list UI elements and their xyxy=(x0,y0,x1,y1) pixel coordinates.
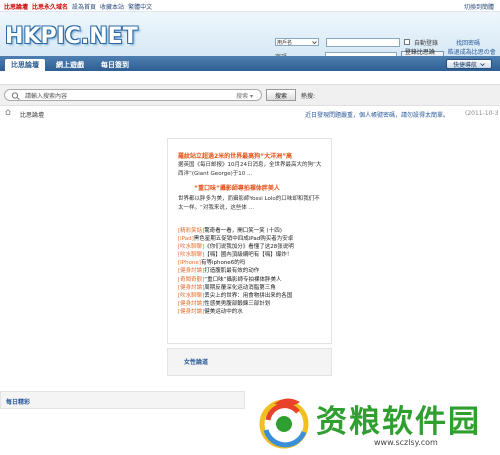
search-icon xyxy=(11,92,20,100)
list-item-tag[interactable]: [健身討論] xyxy=(178,309,204,315)
featured-panel: 羅紋站立超過2米的世界最高狗“大洋洲”高 据英国《每日邮报》10月24日消息，全… xyxy=(167,138,332,344)
tab-forum[interactable]: 比思論壇 xyxy=(5,59,45,71)
women-section-title[interactable]: 女性論道 xyxy=(184,357,208,366)
list-item[interactable]: [吹水聊聊]丢尖上的世界：用食物拼出来的各国 xyxy=(178,292,328,300)
auto-login-checkbox[interactable] xyxy=(404,39,410,45)
top-links: 比思論壇 比思永久域名 設為首頁 收藏本站 繁體中文 xyxy=(4,2,152,11)
list-item[interactable]: [吹水聊聊]《你们说我加分》看懂了这28张说明 xyxy=(178,243,328,251)
chevron-down-icon xyxy=(480,62,485,66)
thread-list: [精彩笑話]驚奇看一看，開口笑一笑 (十四) [iPad]黑色星期五促销中四成i… xyxy=(178,227,328,316)
search-scope-select[interactable]: 搜索 ▾ xyxy=(236,91,253,100)
username-input[interactable] xyxy=(326,37,400,47)
list-item[interactable]: [健身討論]健美运动中的水 xyxy=(178,308,328,316)
list-item-title[interactable]: 周期反覆深化运动消脂第三角 xyxy=(204,285,276,291)
list-item[interactable]: [iPad]黑色星期五促销中四成iPad购买者为安卓 xyxy=(178,235,328,243)
main-nav: 比思論壇 網上遊戲 每日簽到 快捷導航 xyxy=(0,56,500,71)
watermark-text: 资粮软件园 xyxy=(316,404,481,440)
top-link-traditional[interactable]: 繁體中文 xyxy=(128,2,152,11)
username-type-select[interactable]: 用戶名 xyxy=(275,38,319,46)
list-item-tag[interactable]: [精彩笑話] xyxy=(178,228,204,234)
top-link-forum[interactable]: 比思論壇 xyxy=(4,2,28,11)
list-item-tag[interactable]: [吹水聊聊] xyxy=(178,252,204,258)
search-bar: 請輸入搜索內容 搜索 ▾ 搜索 熱搜: xyxy=(0,84,500,106)
auto-login-label: 自動登錄 xyxy=(414,39,439,47)
list-item[interactable]: [健身討論]打造腹肌最有效的动作 xyxy=(178,267,328,275)
daily-highlights-title[interactable]: 每日精彩 xyxy=(6,397,30,406)
list-item-title[interactable]: 性感美男腹部鍛鍊三部計划 xyxy=(204,301,270,307)
featured-title-2[interactable]: “重口味”攝影師專拍裸体胖美人 xyxy=(194,183,280,192)
list-item-title[interactable]: 【嗨】國內頂級網吧有【嗨】爆炸！ xyxy=(204,252,292,258)
quick-nav-button[interactable]: 快捷導航 xyxy=(445,59,492,69)
watermark-url: www.sczlsy.com xyxy=(374,438,438,447)
search-scope-label: 搜索 xyxy=(236,92,249,100)
list-item-tag[interactable]: [IPhone] xyxy=(178,260,201,266)
chevron-down-icon xyxy=(312,40,317,44)
top-link-domain[interactable]: 比思永久域名 xyxy=(32,2,68,11)
list-item-tag[interactable]: [健身討論] xyxy=(178,301,204,307)
list-item[interactable]: [吹水聊聊]【嗨】國內頂級網吧有【嗨】爆炸！ xyxy=(178,251,328,259)
list-item-title[interactable]: 健美运动中的水 xyxy=(204,309,243,315)
tab-daily-signin[interactable]: 每日簽到 xyxy=(95,59,135,71)
announcement-link[interactable]: 近日發現問題嚴重，個人帳號密碼，請勿設得太簡單。 xyxy=(305,110,449,119)
list-item-title[interactable]: 丢尖上的世界：用食物拼出来的各国 xyxy=(204,293,292,299)
list-item-tag[interactable]: [吹水聊聊] xyxy=(178,244,204,250)
list-item-tag[interactable]: [吹水聊聊] xyxy=(178,293,204,299)
search-button[interactable]: 搜索 xyxy=(266,89,296,101)
list-item[interactable]: [IPhone]有等iphone6的吗 xyxy=(178,259,328,267)
hot-search-label: 熱搜: xyxy=(301,93,316,100)
list-item-tag[interactable]: [健身討論] xyxy=(178,285,204,291)
featured-title-1[interactable]: 羅紋站立超過2米的世界最高狗“大洋洲”高 xyxy=(178,151,292,160)
site-header: HKPIC.NET 用戶名 自動登錄 找回密碼 密碼 登錄比思論壇 皓退成為比思… xyxy=(0,12,500,65)
find-password-link[interactable]: 找回密碼 xyxy=(456,38,480,47)
site-logo[interactable]: HKPIC.NET xyxy=(5,24,138,49)
list-item-title[interactable]: 驚奇看一看，開口笑一笑 (十四) xyxy=(204,228,282,234)
list-item-title[interactable]: 《你们说我加分》看懂了这28张说明 xyxy=(204,244,294,250)
list-item-title[interactable]: 打造腹肌最有效的动作 xyxy=(204,268,259,274)
featured-summary-2: 世界都以胖多为美，而攝影師Yossi Lolo的口味却和我们不太一样。“对我来说… xyxy=(178,196,320,211)
watermark: 资粮软件园 www.sczlsy.com xyxy=(250,388,500,455)
username-type-value: 用戶名 xyxy=(277,39,293,46)
list-item[interactable]: [健身討論]周期反覆深化运动消脂第三角 xyxy=(178,284,328,292)
list-item[interactable]: [健身討論]性感美男腹部鍛鍊三部計划 xyxy=(178,300,328,308)
list-item-tag[interactable]: [健身討論] xyxy=(178,268,204,274)
search-placeholder: 請輸入搜索內容 xyxy=(25,92,68,100)
breadcrumb-forum[interactable]: 比思論壇 xyxy=(20,110,44,119)
top-link-homepage[interactable]: 設為首頁 xyxy=(72,2,96,11)
top-link-bookmark[interactable]: 收藏本站 xyxy=(100,2,124,11)
breadcrumb: 比思論壇 近日發現問題嚴重，個人帳號密碼，請勿設得太簡單。 (2011-10-3 xyxy=(0,104,500,122)
watermark-logo-icon xyxy=(259,398,309,449)
daily-highlights-panel: 每日精彩 xyxy=(0,391,245,409)
quick-nav-label: 快捷導航 xyxy=(452,61,477,69)
announcement-date: (2011-10-3 xyxy=(465,110,499,117)
tab-web-games[interactable]: 網上遊戲 xyxy=(50,59,90,71)
list-item[interactable]: [奇聞奇觀]“重口味”攝影師专拍裸体胖美人 xyxy=(178,276,328,284)
list-item[interactable]: [精彩笑話]驚奇看一看，開口笑一笑 (十四) xyxy=(178,227,328,235)
featured-summary-1: 据英国《每日邮报》10月24日消息，全世界最高大的狗“大西洋”(Giant Ge… xyxy=(178,162,322,177)
switch-simplified-link[interactable]: 切換到簡體 xyxy=(464,2,494,11)
women-section-panel: 女性論道 xyxy=(167,348,332,376)
list-item-title[interactable]: 有等iphone6的吗 xyxy=(201,260,245,266)
list-item-tag[interactable]: [奇聞奇觀] xyxy=(178,277,204,283)
list-item-title[interactable]: 黑色星期五促销中四成iPad购买者为安卓 xyxy=(194,236,293,242)
search-input[interactable]: 請輸入搜索內容 搜索 ▾ xyxy=(4,89,262,101)
list-item-tag[interactable]: [iPad] xyxy=(178,236,194,242)
top-utility-bar: 比思論壇 比思永久域名 設為首頁 收藏本站 繁體中文 切換到簡體 xyxy=(0,0,500,12)
home-icon[interactable] xyxy=(5,109,11,115)
list-item-title[interactable]: “重口味”攝影師专拍裸体胖美人 xyxy=(204,277,281,283)
